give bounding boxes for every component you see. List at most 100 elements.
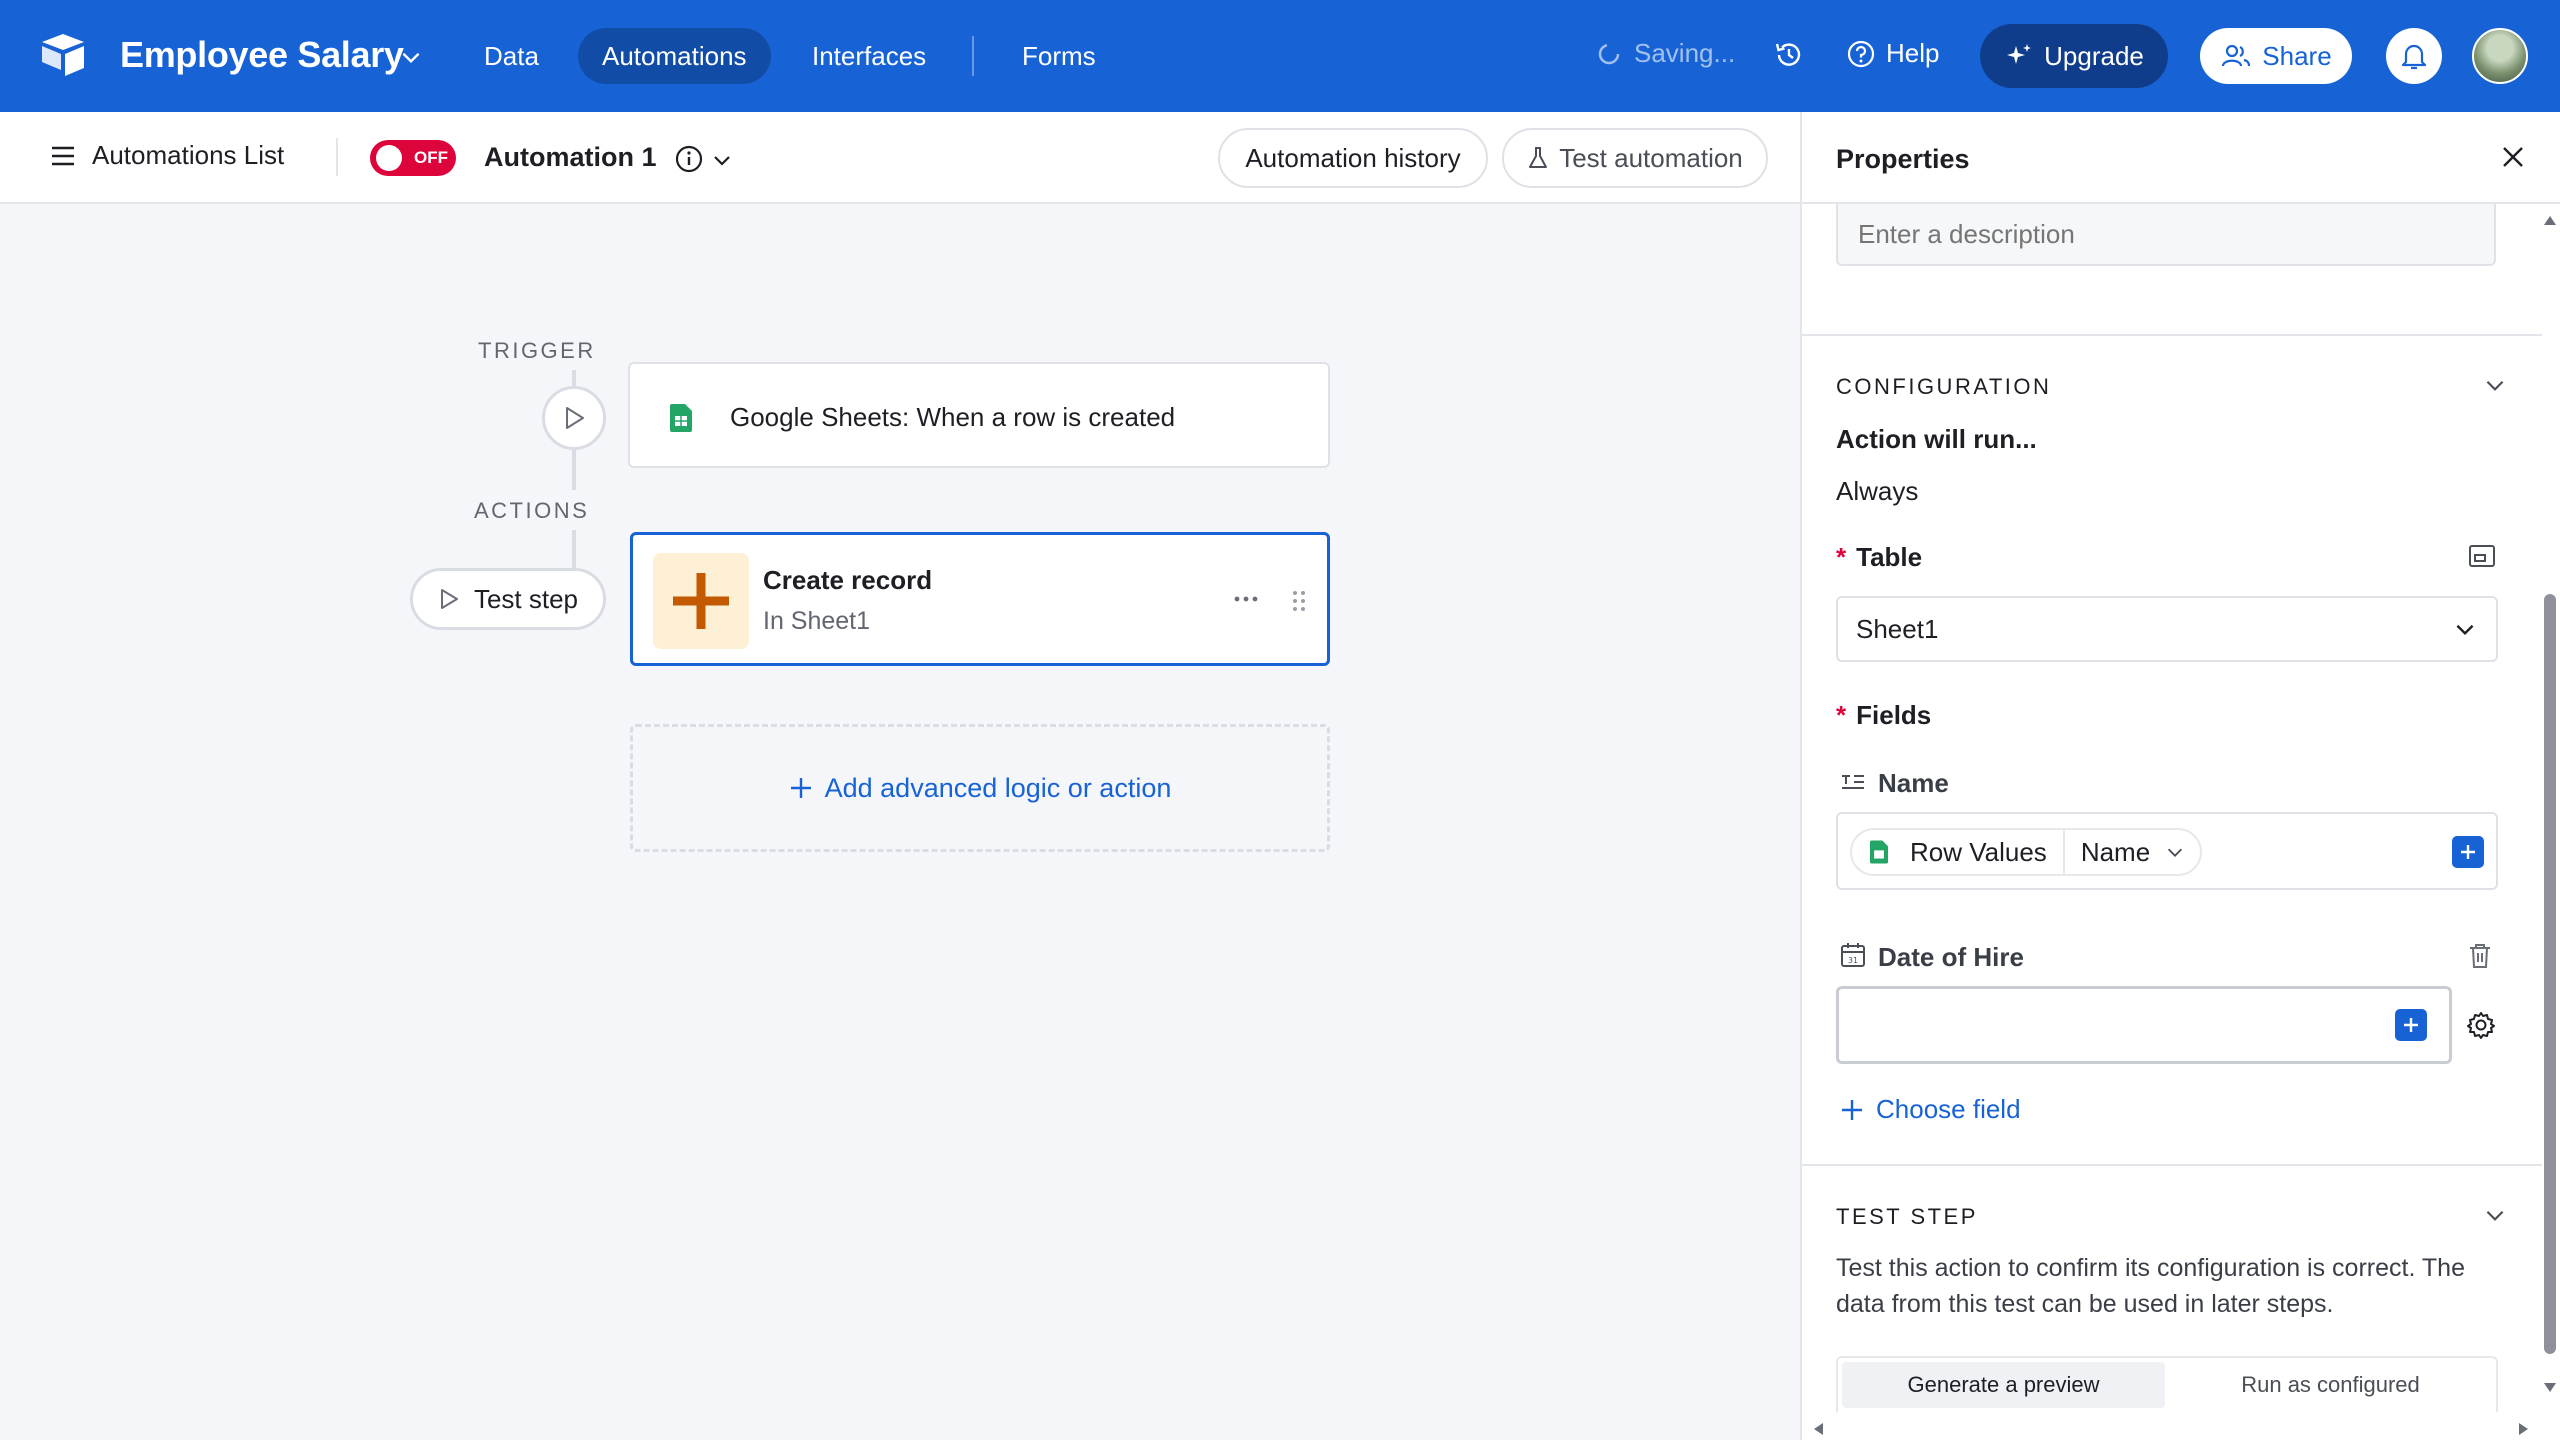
- choose-field-button[interactable]: Choose field: [1840, 1094, 2021, 1125]
- choose-field-label: Choose field: [1876, 1094, 2021, 1124]
- test-step-description: Test this action to confirm its configur…: [1836, 1254, 2465, 1318]
- action-card[interactable]: Create record In Sheet1: [630, 532, 1330, 666]
- test-step-button[interactable]: Test step: [410, 568, 606, 630]
- automation-history-label: Automation history: [1245, 142, 1461, 173]
- action-icon-box: [653, 553, 749, 649]
- section-divider: [1802, 334, 2542, 336]
- plus-icon: [2461, 845, 2475, 859]
- google-sheets-icon: [1870, 840, 1888, 864]
- play-icon: [566, 407, 584, 429]
- trigger-card[interactable]: Google Sheets: When a row is created: [628, 362, 1330, 468]
- chevron-down-icon[interactable]: [710, 148, 734, 172]
- trigger-card-title: Google Sheets: When a row is created: [730, 402, 1176, 432]
- name-field-label: Name: [1878, 768, 1949, 798]
- table-field-label: * Table: [1836, 542, 1922, 573]
- plus-icon: [1842, 1099, 1862, 1120]
- automation-canvas: TRIGGER Google Sheets: When a row is cre…: [0, 204, 1800, 1440]
- plus-icon: [790, 778, 811, 798]
- notifications-button[interactable]: [2386, 28, 2442, 84]
- share-label: Share: [2262, 40, 2332, 71]
- section-divider: [1802, 1164, 2542, 1166]
- chip-source-label: Row Values: [1910, 836, 2047, 867]
- upgrade-button[interactable]: Upgrade: [1980, 24, 2168, 88]
- test-automation-button[interactable]: Test automation: [1502, 128, 1768, 188]
- help-label: Help: [1886, 38, 1940, 68]
- chip-divider: [2062, 828, 2065, 876]
- tab-automations[interactable]: Automations: [578, 28, 771, 84]
- chevron-down-icon[interactable]: [2482, 372, 2508, 398]
- spinner-icon: [1598, 43, 1620, 64]
- avatar[interactable]: [2472, 28, 2528, 84]
- text-field-icon: [1842, 775, 1864, 789]
- saving-status: Saving...: [1596, 38, 1735, 69]
- calendar-icon: 31: [1841, 943, 1865, 967]
- more-options-icon[interactable]: [1233, 595, 1259, 603]
- horizontal-scrollbar[interactable]: [1812, 1418, 2536, 1440]
- test-mode-tabs: Generate a preview Run as configured: [1836, 1356, 2498, 1412]
- tab-data[interactable]: Data: [460, 28, 563, 84]
- gear-icon[interactable]: [2466, 1010, 2496, 1040]
- history-icon[interactable]: [1772, 38, 1806, 72]
- help-icon: [1847, 40, 1875, 67]
- action-will-run-label: Action will run...: [1836, 424, 2037, 454]
- automation-toggle[interactable]: OFF: [370, 140, 456, 176]
- toggle-knob: [376, 145, 402, 171]
- flask-icon: [1529, 147, 1548, 168]
- top-navigation-bar: Employee Salary Data Automations Interfa…: [0, 0, 2560, 112]
- chevron-down-icon[interactable]: [2164, 841, 2186, 863]
- close-icon[interactable]: [2498, 142, 2528, 172]
- base-title[interactable]: Employee Salary: [120, 34, 404, 76]
- sparkle-icon: [2007, 44, 2032, 64]
- flow-connector: [572, 530, 576, 568]
- chevron-down-icon[interactable]: [398, 44, 424, 70]
- automation-name[interactable]: Automation 1: [484, 142, 657, 173]
- required-marker: *: [1836, 542, 1847, 572]
- description-input[interactable]: [1836, 204, 2496, 266]
- tab-forms[interactable]: Forms: [998, 28, 1120, 84]
- info-icon[interactable]: [674, 144, 704, 174]
- row-values-chip[interactable]: Row Values Name: [1850, 828, 2202, 876]
- automations-list-label: Automations List: [92, 140, 285, 170]
- tab-generate-preview[interactable]: Generate a preview: [1842, 1362, 2165, 1408]
- trash-icon[interactable]: [2468, 942, 2492, 970]
- chevron-down-icon: [2456, 624, 2474, 636]
- scroll-right-arrow-icon[interactable]: [2518, 1422, 2530, 1436]
- insert-value-button[interactable]: [2452, 836, 2484, 868]
- plus-icon: [2404, 1018, 2418, 1032]
- date-of-hire-input[interactable]: [1836, 986, 2452, 1064]
- tab-interfaces[interactable]: Interfaces: [788, 28, 950, 84]
- automations-list-button[interactable]: Automations List: [50, 140, 284, 171]
- trigger-play-button[interactable]: [542, 386, 606, 450]
- help-button[interactable]: Help: [1846, 38, 1939, 69]
- table-select[interactable]: Sheet1: [1836, 596, 2498, 662]
- plus-icon: [673, 573, 729, 629]
- automation-toolbar: Automations List OFF Automation 1 Automa…: [0, 112, 1800, 204]
- name-field-input[interactable]: Row Values Name: [1836, 812, 2498, 890]
- drag-handle-icon[interactable]: [1291, 589, 1307, 613]
- toolbar-divider: [336, 138, 338, 176]
- scroll-left-arrow-icon[interactable]: [1812, 1422, 1824, 1436]
- action-card-title: Create record: [763, 565, 933, 595]
- scroll-up-arrow-icon[interactable]: [2543, 214, 2557, 226]
- table-select-value: Sheet1: [1856, 613, 1939, 644]
- users-icon: [2222, 44, 2251, 67]
- automation-history-button[interactable]: Automation history: [1218, 128, 1488, 188]
- action-will-run-value: Always: [1836, 476, 1919, 506]
- app-logo-icon[interactable]: [38, 30, 88, 80]
- share-button[interactable]: Share: [2200, 28, 2352, 84]
- test-step-label: Test step: [473, 583, 579, 614]
- add-advanced-logic-button[interactable]: Add advanced logic or action: [630, 724, 1330, 852]
- scroll-thumb[interactable]: [2544, 594, 2556, 1354]
- tab-run-as-configured[interactable]: Run as configured: [2169, 1362, 2492, 1408]
- expand-panel-icon[interactable]: [2468, 544, 2496, 568]
- fields-label-text: Fields: [1856, 700, 1932, 730]
- test-step-section-label: TEST STEP: [1836, 1204, 1978, 1229]
- add-advanced-logic-label: Add advanced logic or action: [824, 772, 1172, 803]
- date-of-hire-label: Date of Hire: [1878, 942, 2024, 972]
- chevron-down-icon[interactable]: [2482, 1202, 2508, 1228]
- upgrade-label: Upgrade: [2044, 40, 2144, 71]
- scroll-down-arrow-icon[interactable]: [2543, 1382, 2557, 1394]
- actions-label: ACTIONS: [474, 498, 590, 523]
- vertical-scrollbar[interactable]: [2540, 204, 2560, 1440]
- insert-value-button[interactable]: [2395, 1009, 2427, 1041]
